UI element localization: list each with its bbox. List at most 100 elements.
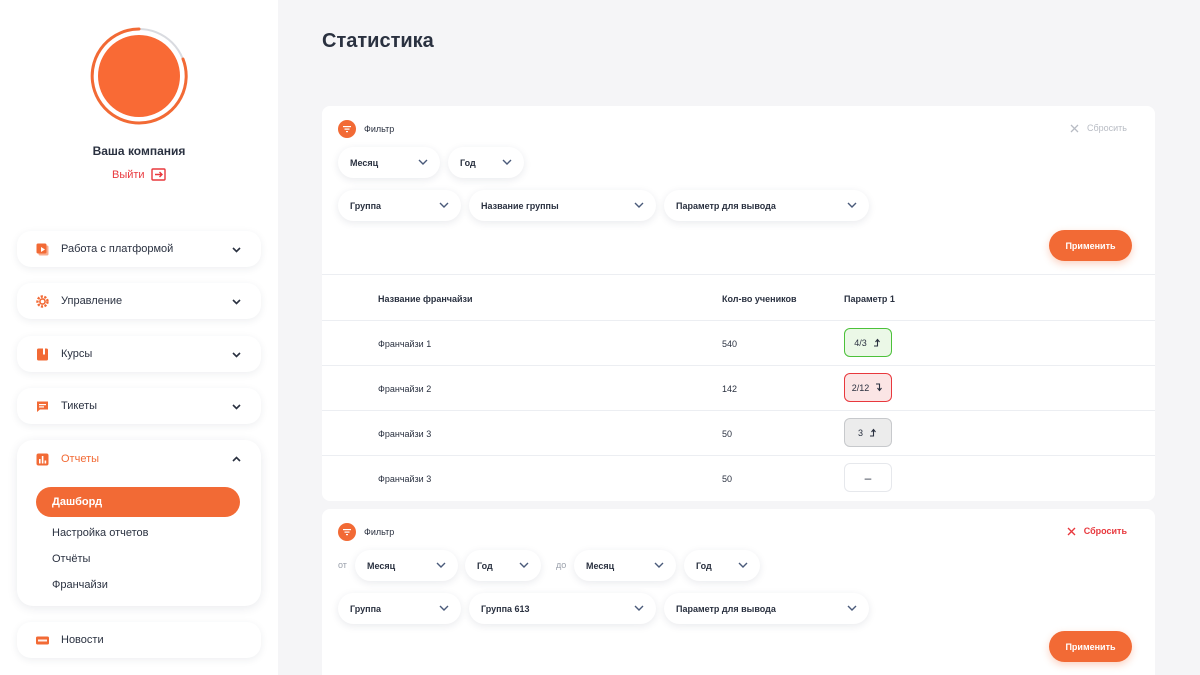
logout-link[interactable]: Выйти bbox=[112, 168, 166, 181]
chevron-down-icon bbox=[738, 562, 748, 568]
nav-item-platform[interactable]: Работа с платформой bbox=[17, 231, 261, 267]
chevron-down-icon bbox=[654, 562, 664, 568]
table-header-name: Название франчайзи bbox=[378, 294, 473, 304]
student-count: 540 bbox=[722, 339, 738, 349]
param-badge: 2/12 bbox=[844, 373, 892, 402]
company-name: Ваша компания bbox=[92, 144, 186, 158]
subnav-item-reports[interactable]: Отчёты bbox=[52, 553, 90, 565]
to-label: до bbox=[556, 560, 567, 570]
nav-label: Курсы bbox=[61, 348, 93, 360]
subnav-item-franchisees[interactable]: Франчайзи bbox=[52, 579, 108, 591]
divider bbox=[322, 320, 1155, 321]
group-name-select[interactable]: Название группы bbox=[469, 190, 656, 221]
table-header-count: Кол-во учеников bbox=[722, 294, 797, 304]
group-name-select[interactable]: Группа 613 bbox=[469, 593, 656, 624]
subnav-item-dashboard[interactable]: Дашборд bbox=[36, 487, 240, 517]
from-month-select[interactable]: Месяц bbox=[355, 550, 458, 581]
logout-label: Выйти bbox=[112, 168, 145, 181]
chevron-down-icon bbox=[231, 401, 242, 412]
chevron-up-icon bbox=[231, 454, 242, 465]
output-param-select[interactable]: Параметр для вывода bbox=[664, 190, 869, 221]
nav-item-news[interactable]: Новости bbox=[17, 622, 261, 658]
logout-icon bbox=[150, 168, 166, 181]
chat-icon bbox=[36, 400, 49, 413]
close-icon bbox=[1067, 527, 1076, 535]
chevron-down-icon bbox=[634, 202, 644, 208]
avatar-ring-icon bbox=[90, 27, 188, 125]
play-icon bbox=[36, 243, 49, 256]
month-select-value: Месяц bbox=[350, 157, 379, 168]
to-year-select[interactable]: Год bbox=[684, 550, 760, 581]
from-month-value: Месяц bbox=[367, 560, 396, 571]
chevron-down-icon bbox=[439, 202, 449, 208]
filter-icon bbox=[338, 523, 356, 541]
nav-item-management[interactable]: Управление bbox=[17, 283, 261, 319]
group-name-select-value: Название группы bbox=[481, 200, 559, 211]
gear-icon bbox=[36, 294, 49, 308]
reset-label: Сбросить bbox=[1086, 123, 1127, 133]
student-count: 50 bbox=[722, 474, 733, 484]
filter-title: Фильтр bbox=[364, 124, 395, 134]
group-name-select-value: Группа 613 bbox=[481, 603, 530, 614]
student-count: 50 bbox=[722, 429, 733, 439]
filter-header: Фильтр bbox=[338, 120, 394, 138]
param-value: 4/3 bbox=[854, 337, 867, 348]
table-header-param: Параметр 1 bbox=[844, 294, 895, 304]
page-title: Статистика bbox=[322, 30, 434, 52]
to-month-select[interactable]: Месяц bbox=[574, 550, 676, 581]
from-label: от bbox=[338, 560, 347, 570]
trend-up-icon bbox=[870, 428, 876, 437]
param-badge: 4/3 bbox=[844, 328, 892, 357]
nav-label: Отчеты bbox=[61, 453, 100, 465]
filter-icon bbox=[338, 120, 356, 138]
filter-card: Фильтр Сбросить Месяц Год Группа Названи… bbox=[322, 106, 1155, 501]
nav-group-reports: Отчеты Дашборд Настройка отчетов Отчёты … bbox=[17, 440, 261, 606]
to-month-value: Месяц bbox=[586, 560, 615, 571]
nav-label: Работа с платформой bbox=[61, 243, 174, 255]
new-badge-icon bbox=[36, 634, 49, 647]
apply-button[interactable]: Применить bbox=[1049, 631, 1132, 662]
output-param-select[interactable]: Параметр для вывода bbox=[664, 593, 869, 624]
to-year-value: Год bbox=[696, 560, 712, 571]
close-icon bbox=[1070, 124, 1079, 132]
param-badge: 3 bbox=[844, 418, 892, 447]
bar-chart-icon bbox=[36, 453, 49, 466]
nav-item-reports[interactable]: Отчеты bbox=[17, 440, 261, 478]
chevron-down-icon bbox=[847, 202, 857, 208]
divider bbox=[322, 274, 1155, 275]
group-select-value: Группа bbox=[350, 603, 382, 614]
sidebar: Ваша компания Выйти Работа с платформой … bbox=[0, 0, 278, 675]
group-select[interactable]: Группа bbox=[338, 593, 461, 624]
group-select[interactable]: Группа bbox=[338, 190, 461, 221]
year-select-value: Год bbox=[460, 157, 476, 168]
month-select[interactable]: Месяц bbox=[338, 147, 440, 178]
subnav-item-report-settings[interactable]: Настройка отчетов bbox=[52, 527, 148, 539]
from-year-select[interactable]: Год bbox=[465, 550, 541, 581]
book-icon bbox=[36, 348, 49, 361]
trend-down-icon bbox=[876, 383, 883, 392]
divider bbox=[322, 410, 1155, 411]
output-param-select-value: Параметр для вывода bbox=[676, 200, 776, 211]
chevron-down-icon bbox=[502, 159, 512, 165]
chevron-down-icon bbox=[231, 349, 242, 360]
filter-header: Фильтр bbox=[338, 523, 394, 541]
nav-item-courses[interactable]: Курсы bbox=[17, 336, 261, 372]
filter-title: Фильтр bbox=[364, 527, 395, 537]
franchise-name: Франчайзи 2 bbox=[378, 384, 432, 394]
company-avatar[interactable] bbox=[89, 26, 189, 126]
chevron-down-icon bbox=[418, 159, 428, 165]
apply-button[interactable]: Применить bbox=[1049, 230, 1132, 261]
nav-item-tickets[interactable]: Тикеты bbox=[17, 388, 261, 424]
reset-button[interactable]: Сбросить bbox=[1067, 526, 1127, 536]
divider bbox=[322, 455, 1155, 456]
franchise-name: Франчайзи 1 bbox=[378, 339, 432, 349]
output-param-select-value: Параметр для вывода bbox=[676, 603, 776, 614]
year-select[interactable]: Год bbox=[448, 147, 524, 178]
nav-label: Новости bbox=[61, 634, 104, 646]
from-year-value: Год bbox=[477, 560, 493, 571]
reset-label: Сбросить bbox=[1083, 526, 1127, 536]
reset-button[interactable]: Сбросить bbox=[1070, 123, 1127, 133]
chevron-down-icon bbox=[436, 562, 446, 568]
chevron-down-icon bbox=[439, 605, 449, 611]
trend-up-icon bbox=[873, 338, 880, 347]
